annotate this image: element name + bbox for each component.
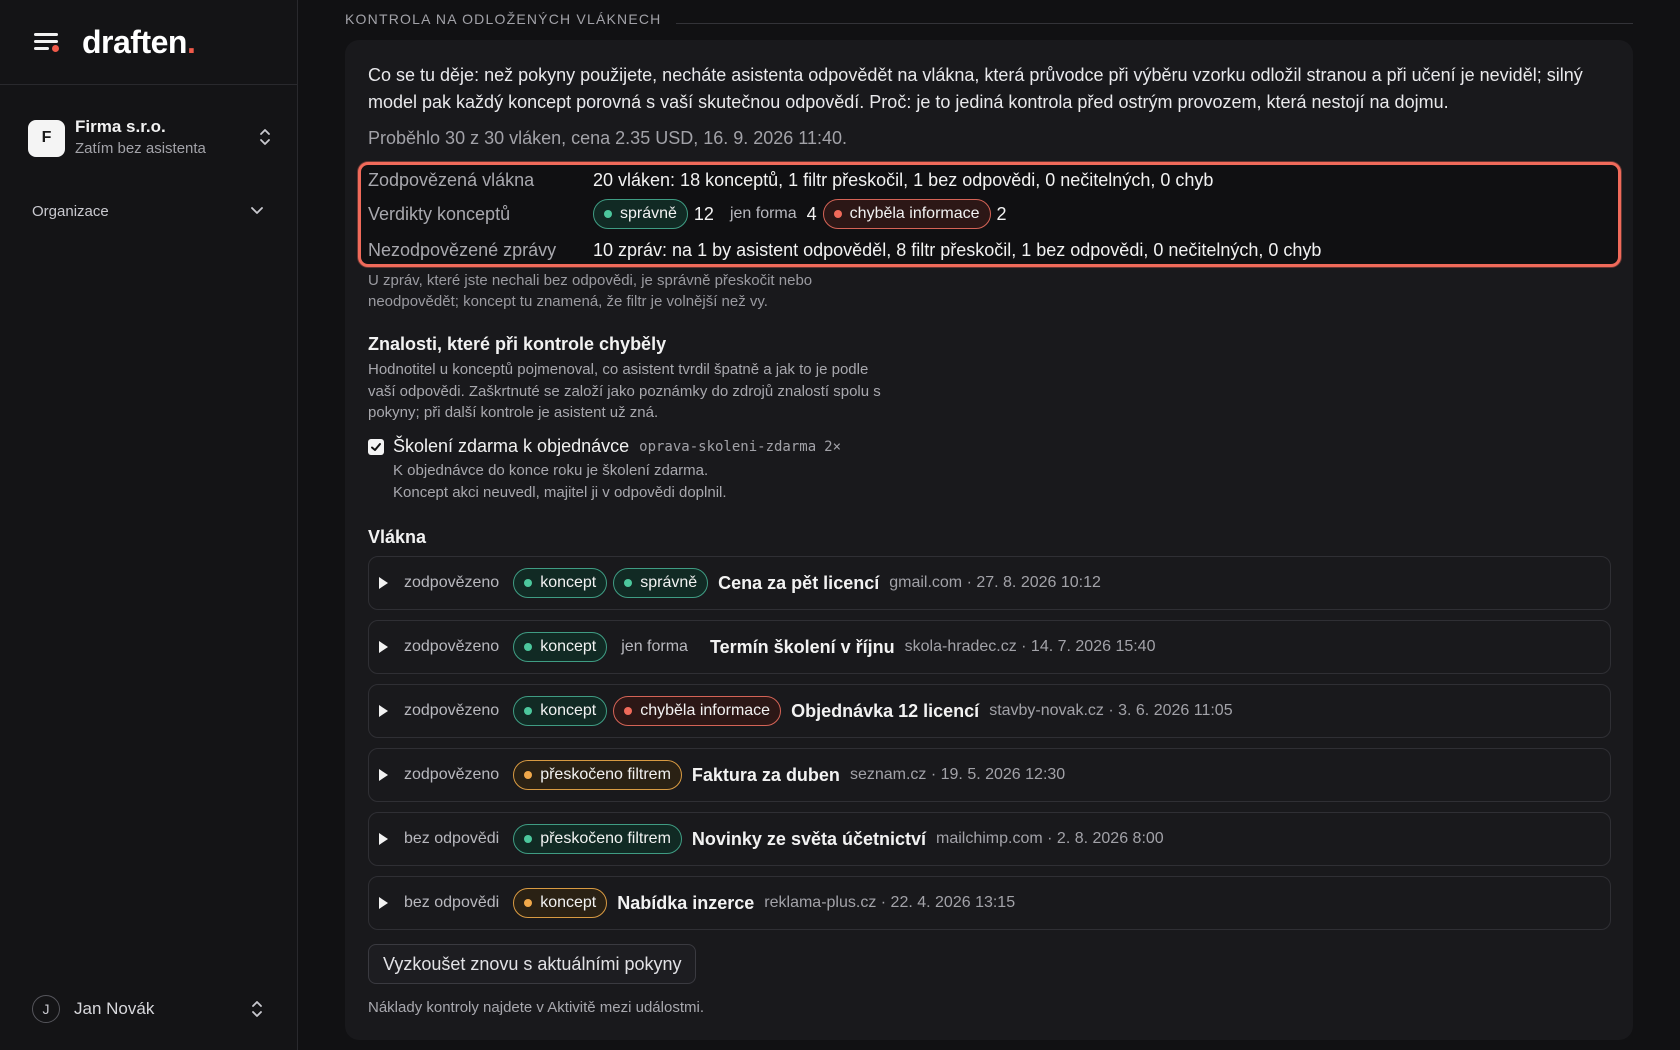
- thread-row[interactable]: bez odpovědi přeskočeno filtrem Novinky ze…: [368, 812, 1611, 866]
- stat-unanswered: Nezodpovězené zprávy 10 zpráv: na 1 by a…: [368, 235, 1321, 265]
- verdict-count: 2: [996, 203, 1007, 224]
- chevron-updown-icon: [258, 126, 272, 148]
- org-switcher[interactable]: F Firma s.r.o. Zatím bez asistenta: [28, 116, 272, 160]
- brand-bar: draften.: [0, 0, 297, 85]
- chevron-down-icon: [250, 202, 264, 220]
- thread-status: zodpovězeno: [404, 574, 500, 591]
- sidebar-section-label: Organizace: [32, 202, 109, 220]
- thread-meta: seznam.cz · 19. 5. 2026 12:30: [849, 766, 1066, 783]
- thread-row[interactable]: bez odpovědi koncept Nabídka inzerce reklam…: [368, 876, 1611, 930]
- expand-triangle-icon[interactable]: [379, 833, 388, 845]
- section-header: KONTROLA NA ODLOŽENÝCH VLÁKNECH: [345, 8, 1633, 30]
- verdict-count: 4: [806, 203, 817, 224]
- thread-row[interactable]: zodpovězeno koncept správně Cena za pět lic…: [368, 556, 1611, 610]
- knowledge-description: Hodnotitel u konceptů pojmenoval, co asi…: [368, 361, 881, 421]
- thread-subject: Termín školení v říjnu: [709, 636, 895, 657]
- thread-meta: mailchimp.com · 2. 8. 2026 8:00: [936, 830, 1164, 847]
- status-badge: chyběla informace: [613, 696, 782, 726]
- status-badge: přeskočeno filtrem: [513, 760, 682, 790]
- status-badge: správně: [613, 568, 709, 598]
- knowledge-item: Školení zdarma k objednávce oprava-skole…: [368, 436, 841, 457]
- stat-label: Verdikty konceptů: [368, 203, 511, 224]
- thread-subject: Faktura za duben: [691, 764, 840, 785]
- thread-meta: skola-hradec.cz · 14. 7. 2026 15:40: [904, 638, 1156, 655]
- footer-note: Náklady kontroly najdete v Aktivitě mezi…: [368, 999, 704, 1016]
- stat-answered: Zodpovězená vlákna 20 vláken: 18 koncept…: [368, 165, 1213, 195]
- verdict-badge-missing-info: chyběla informace: [822, 199, 991, 229]
- thread-meta: reklama-plus.cz · 22. 4. 2026 13:15: [764, 894, 1016, 911]
- expand-triangle-icon[interactable]: [379, 641, 388, 653]
- org-subtitle: Zatím bez asistenta: [75, 140, 206, 157]
- sidebar: draften. F Firma s.r.o. Zatím bez asiste…: [0, 0, 298, 1050]
- thread-subject: Nabídka inzerce: [617, 892, 755, 913]
- verdict-count: 12: [693, 203, 714, 224]
- verdict-badge-form-only: jen forma: [729, 205, 797, 222]
- org-name: Firma s.r.o.: [75, 117, 166, 136]
- thread-status: zodpovězeno: [404, 766, 500, 783]
- stat-label: Nezodpovězené zprávy: [368, 239, 557, 260]
- thread-tag: jen forma: [621, 638, 688, 655]
- knowledge-item-detail: K objednávce do konce roku je školení zd…: [393, 462, 709, 479]
- status-badge: přeskočeno filtrem: [513, 824, 682, 854]
- thread-row[interactable]: zodpovězeno koncept chyběla informace Objed…: [368, 684, 1611, 738]
- logo[interactable]: draften.: [82, 24, 196, 61]
- status-badge: koncept: [513, 696, 608, 726]
- knowledge-item-slug: oprava-skoleni-zdarma: [639, 438, 817, 455]
- expand-triangle-icon[interactable]: [379, 769, 388, 781]
- stat-value: 20 vláken: 18 konceptů, 1 filtr přeskoči…: [593, 169, 1214, 190]
- thread-status: bez odpovědi: [404, 894, 500, 911]
- thread-subject: Novinky ze světa účetnictví: [691, 828, 927, 849]
- user-menu[interactable]: J Jan Novák: [32, 995, 264, 1023]
- stat-label: Zodpovězená vlákna: [368, 169, 535, 190]
- checkbox-checked-icon[interactable]: [368, 438, 384, 455]
- expand-triangle-icon[interactable]: [379, 705, 388, 717]
- knowledge-item-title: Školení zdarma k objednávce: [393, 436, 630, 456]
- thread-row[interactable]: zodpovězeno koncept jen forma Termín školen…: [368, 620, 1611, 674]
- verdict-list: správně 12 jen forma 4 chyběla informace…: [593, 199, 1013, 229]
- thread-status: zodpovězeno: [404, 638, 500, 655]
- thread-row[interactable]: zodpovězeno přeskočeno filtrem Faktura za …: [368, 748, 1611, 802]
- menu-icon[interactable]: [32, 30, 60, 54]
- knowledge-item-detail: Koncept akci neuvedl, majitel ji v odpov…: [393, 484, 727, 501]
- sidebar-section-organizace[interactable]: Organizace: [32, 199, 264, 223]
- thread-meta: gmail.com · 27. 8. 2026 10:12: [889, 574, 1101, 591]
- chevron-updown-icon: [250, 998, 264, 1020]
- avatar: J: [32, 995, 60, 1023]
- thread-subject: Cena za pět licencí: [718, 572, 880, 593]
- retry-button[interactable]: Vyzkoušet znovu s aktuálními pokyny: [368, 944, 697, 984]
- run-info: Proběhlo 30 z 30 vláken, cena 2.35 USD, …: [368, 128, 847, 148]
- thread-status: bez odpovědi: [404, 830, 500, 847]
- stat-value: 10 zpráv: na 1 by asistent odpověděl, 8 …: [593, 239, 1322, 260]
- expand-triangle-icon[interactable]: [379, 897, 388, 909]
- verdict-badge-correct: správně: [593, 199, 688, 229]
- knowledge-item-count: 2×: [824, 438, 842, 455]
- status-badge: koncept: [513, 632, 608, 662]
- divider: [675, 22, 1633, 24]
- status-badge: koncept: [513, 888, 608, 918]
- thread-status: zodpovězeno: [404, 702, 500, 719]
- threads-title: Vlákna: [368, 527, 427, 547]
- status-badge: koncept: [513, 568, 608, 598]
- unanswered-note: U zpráv, které jste nechali bez odpovědi…: [368, 272, 813, 310]
- thread-meta: stavby-novak.cz · 3. 6. 2026 11:05: [989, 702, 1233, 719]
- user-name: Jan Novák: [74, 999, 155, 1018]
- intro-text: Co se tu děje: než pokyny použijete, nec…: [368, 65, 1583, 112]
- org-avatar: F: [28, 119, 65, 157]
- knowledge-title: Znalosti, které při kontrole chyběly: [368, 334, 667, 354]
- expand-triangle-icon[interactable]: [379, 577, 388, 589]
- page-title: KONTROLA NA ODLOŽENÝCH VLÁKNECH: [345, 11, 662, 27]
- stat-verdicts: Verdikty konceptů správně 12 jen forma 4…: [368, 199, 1013, 229]
- thread-subject: Objednávka 12 licencí: [791, 700, 980, 721]
